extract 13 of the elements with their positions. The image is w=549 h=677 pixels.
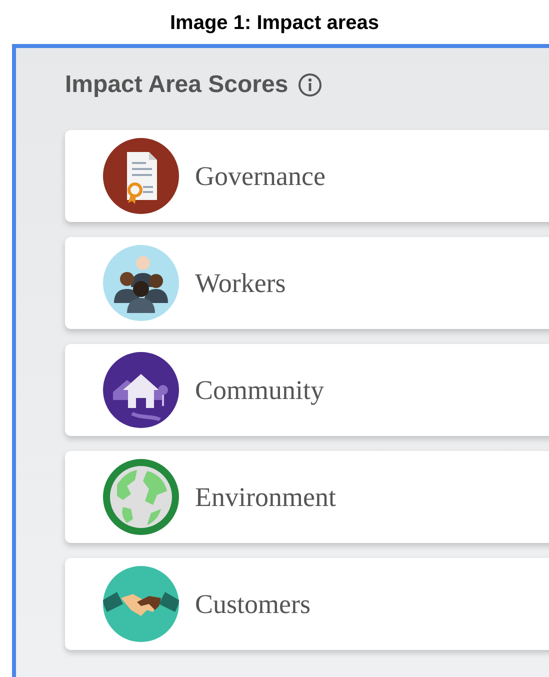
figure-caption: Image 1: Impact areas (170, 12, 379, 34)
house-icon (103, 352, 179, 428)
impact-area-card[interactable]: Customers (65, 558, 549, 650)
info-icon[interactable] (298, 73, 322, 97)
handshake-icon (103, 566, 179, 642)
panel-title: Impact Area Scores (65, 71, 288, 99)
impact-area-card[interactable]: Governance (65, 130, 549, 222)
impact-area-card[interactable]: Workers (65, 237, 549, 329)
impact-area-card[interactable]: Community (65, 344, 549, 436)
document-icon (103, 138, 179, 214)
impact-area-card[interactable]: Environment (65, 451, 549, 543)
globe-icon (103, 459, 179, 535)
people-icon (103, 245, 179, 321)
